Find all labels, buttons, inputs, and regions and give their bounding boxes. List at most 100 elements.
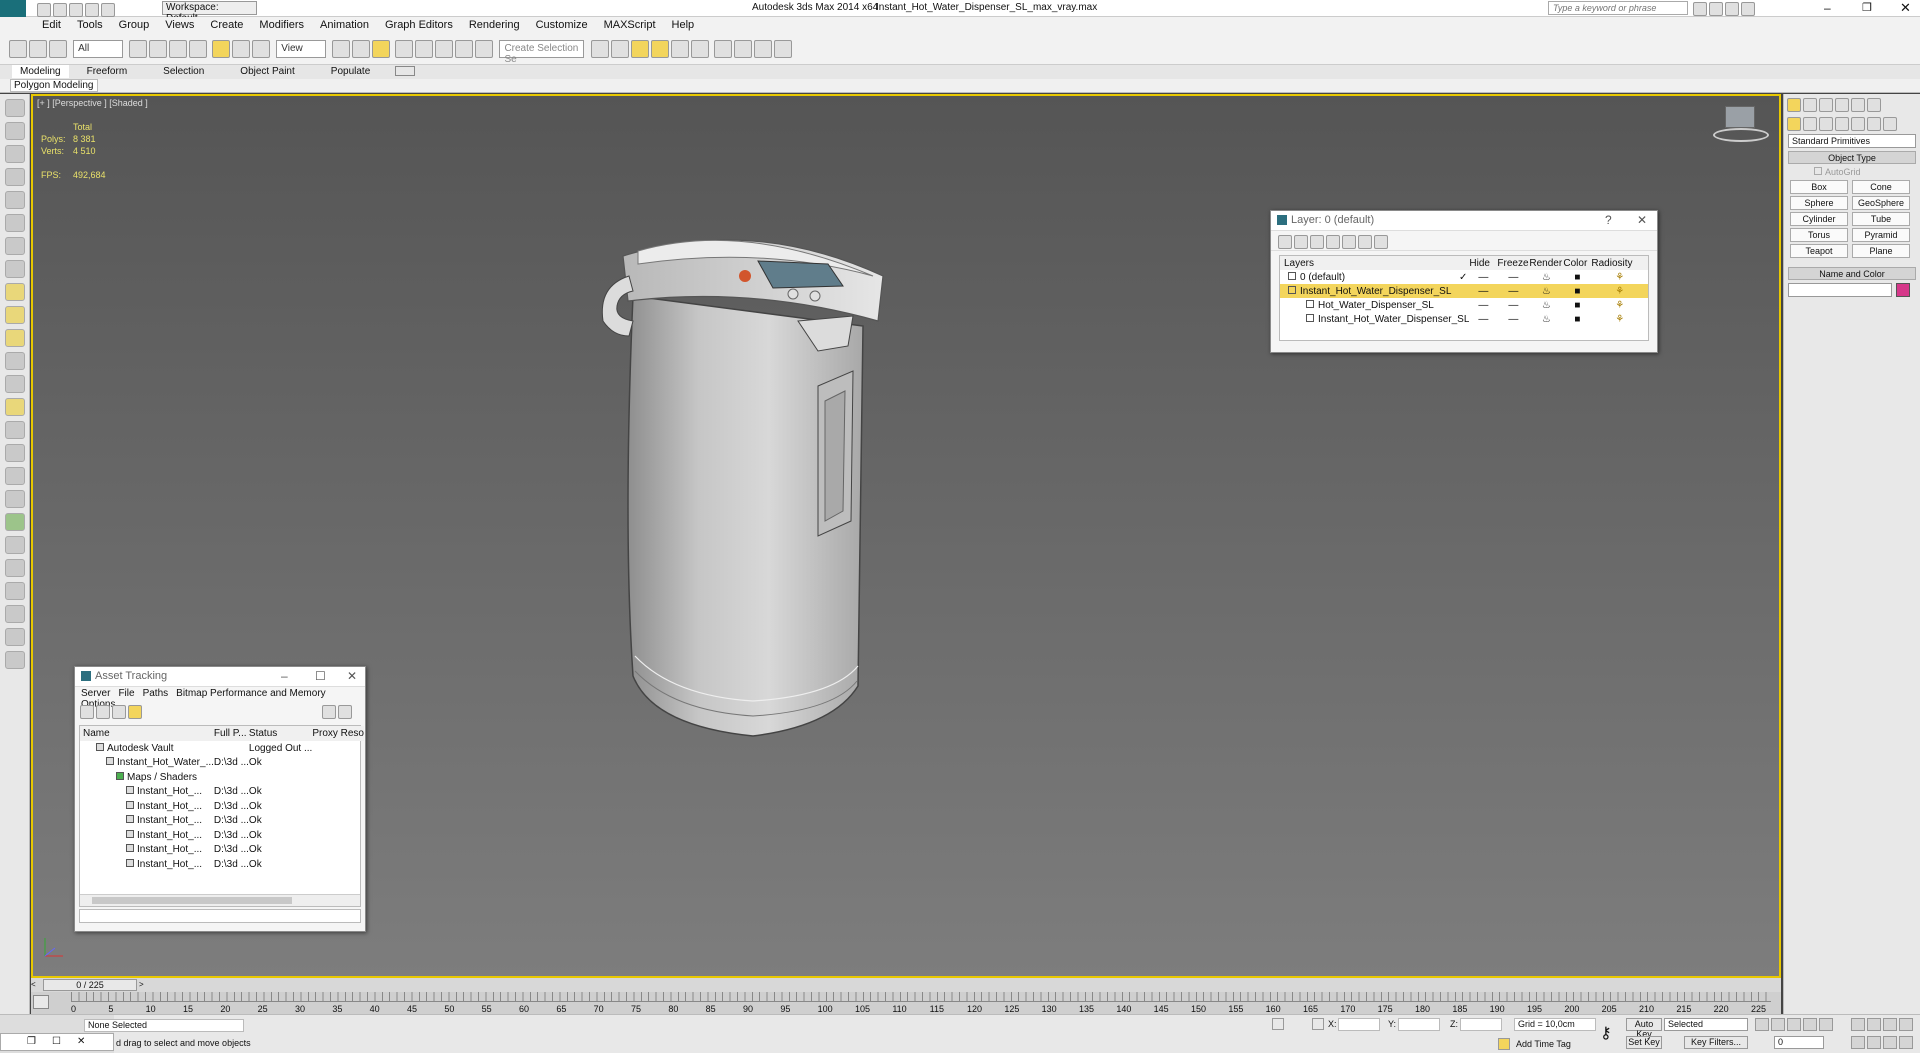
asset-row[interactable]: Instant_Hot_... D:\3d ... Ok xyxy=(80,785,364,800)
search-input[interactable] xyxy=(1548,1,1688,15)
close-icon[interactable]: ✕ xyxy=(1900,0,1911,16)
render-setup-icon[interactable] xyxy=(733,40,752,58)
left-tool-9-icon[interactable] xyxy=(5,283,25,301)
left-tool-23-icon[interactable] xyxy=(5,605,25,623)
col-hide[interactable]: Hide xyxy=(1469,256,1497,270)
left-tool-10-icon[interactable] xyxy=(5,306,25,324)
mirror-icon[interactable] xyxy=(590,40,609,58)
go-to-end-icon[interactable] xyxy=(1819,1018,1833,1031)
layer-dialog-titlebar[interactable]: Layer: 0 (default) ? ✕ xyxy=(1271,211,1657,231)
object-type-rollout[interactable]: Object Type xyxy=(1788,151,1916,164)
minimize-icon[interactable]: – xyxy=(1824,1,1831,15)
hierarchy-tab-icon[interactable] xyxy=(1819,98,1833,112)
viewcube[interactable] xyxy=(1713,106,1769,146)
move-icon[interactable] xyxy=(212,40,231,58)
primitive-cone-button[interactable]: Cone xyxy=(1852,180,1910,194)
col-layers[interactable]: Layers xyxy=(1280,256,1469,270)
tab-selection[interactable]: Selection xyxy=(145,65,222,78)
menu-create[interactable]: Create xyxy=(202,17,251,31)
left-tool-22-icon[interactable] xyxy=(5,582,25,600)
snap-toggle-icon[interactable] xyxy=(395,40,414,58)
asset-row[interactable]: Autodesk Vault Logged Out ... xyxy=(80,741,364,756)
menu-tools[interactable]: Tools xyxy=(69,17,111,31)
layer-name[interactable]: Instant_Hot_Water_Dispenser_SL xyxy=(1280,312,1469,326)
display-tab-icon[interactable] xyxy=(1851,98,1865,112)
field-of-view-icon[interactable] xyxy=(1851,1036,1865,1049)
freeze-toggle[interactable]: — xyxy=(1497,270,1529,284)
binoculars-icon[interactable] xyxy=(1693,2,1707,16)
left-tool-21-icon[interactable] xyxy=(5,559,25,577)
y-coordinate-field[interactable] xyxy=(1398,1018,1440,1031)
render-production-icon[interactable] xyxy=(773,40,792,58)
render-teapot-icon[interactable]: ♨ xyxy=(1529,312,1563,326)
primitive-sphere-button[interactable]: Sphere xyxy=(1790,196,1848,210)
play-icon[interactable] xyxy=(1787,1018,1801,1031)
zoom-all-icon[interactable] xyxy=(1867,1018,1881,1031)
asset-tracking-titlebar[interactable]: Asset Tracking – ☐ ✕ xyxy=(75,667,365,687)
render-teapot-icon[interactable]: ♨ xyxy=(1529,298,1563,312)
add-to-layer-icon[interactable] xyxy=(1310,235,1324,249)
render-teapot-icon[interactable]: ♨ xyxy=(1529,270,1563,284)
time-slider-prev-button[interactable]: < xyxy=(31,980,41,990)
primitive-geosphere-button[interactable]: GeoSphere xyxy=(1852,196,1910,210)
autogrid-checkbox[interactable]: AutoGrid xyxy=(1814,167,1920,177)
window-crossing-icon[interactable] xyxy=(189,40,208,58)
asset-name[interactable]: Instant_Hot_... xyxy=(80,843,214,858)
absolute-mode-icon[interactable] xyxy=(1312,1018,1324,1030)
col-proxy-resolution[interactable]: Proxy Reso xyxy=(312,726,364,741)
asset-row[interactable]: Instant_Hot_... D:\3d ... Ok xyxy=(80,828,364,843)
highlight-layer-icon[interactable] xyxy=(1342,235,1356,249)
menu-bitmap-performance[interactable]: Bitmap Performance and Memory xyxy=(172,688,330,699)
add-time-tag[interactable]: Add Time Tag xyxy=(1516,1039,1571,1049)
vault-connect-icon[interactable] xyxy=(322,705,337,719)
object-color-swatch[interactable] xyxy=(1896,283,1910,297)
col-render[interactable]: Render xyxy=(1529,256,1563,270)
app-logo[interactable] xyxy=(0,0,26,17)
curve-editor-icon[interactable] xyxy=(670,40,689,58)
col-color[interactable]: Color xyxy=(1563,256,1591,270)
menu-customize[interactable]: Customize xyxy=(528,17,596,31)
auto-key-button[interactable]: Auto Key xyxy=(1626,1018,1662,1039)
minimize-icon[interactable]: ☐ xyxy=(52,1036,61,1047)
col-radiosity[interactable]: Radiosity xyxy=(1591,256,1648,270)
spinner-snap-icon[interactable] xyxy=(455,40,474,58)
layer-row[interactable]: Instant_Hot_Water_Dispenser_SL — — ♨ ■ ⚘ xyxy=(1280,284,1648,298)
current-frame-field[interactable]: 0 xyxy=(1774,1036,1824,1049)
systems-icon[interactable] xyxy=(1883,117,1897,131)
left-tool-7-icon[interactable] xyxy=(5,237,25,255)
radiosity-icon[interactable]: ⚘ xyxy=(1591,312,1648,326)
time-slider-thumb[interactable]: 0 / 225 xyxy=(43,979,137,991)
previous-frame-icon[interactable] xyxy=(1771,1018,1785,1031)
menu-file[interactable]: File xyxy=(114,688,138,699)
hide-all-icon[interactable] xyxy=(1358,235,1372,249)
keyboard-shortcut-icon[interactable] xyxy=(372,40,391,58)
layer-name[interactable]: Instant_Hot_Water_Dispenser_SL xyxy=(1280,284,1469,298)
maximize-icon[interactable]: ☐ xyxy=(315,669,326,683)
primitive-torus-button[interactable]: Torus xyxy=(1790,228,1848,242)
left-tool-17-icon[interactable] xyxy=(5,467,25,485)
left-tool-1-icon[interactable] xyxy=(5,99,25,117)
col-full-path[interactable]: Full P... xyxy=(214,726,249,741)
create-tab-icon[interactable] xyxy=(1787,98,1801,112)
menu-group[interactable]: Group xyxy=(111,17,158,31)
left-tool-4-icon[interactable] xyxy=(5,168,25,186)
zoom-icon[interactable] xyxy=(1851,1018,1865,1031)
star-icon[interactable] xyxy=(1725,2,1739,16)
pivot-center-icon[interactable] xyxy=(332,40,351,58)
highlight-icon[interactable] xyxy=(128,705,142,719)
graphite-toggle-icon[interactable] xyxy=(650,40,669,58)
col-name[interactable]: Name xyxy=(80,726,214,741)
menu-animation[interactable]: Animation xyxy=(312,17,377,31)
time-slider-next-button[interactable]: > xyxy=(139,980,149,990)
freeze-toggle[interactable]: — xyxy=(1497,298,1529,312)
asset-name[interactable]: Instant_Hot_... xyxy=(80,785,214,800)
left-tool-25-icon[interactable] xyxy=(5,651,25,669)
undo-icon[interactable] xyxy=(85,3,99,17)
viewport-label[interactable]: [+ ] [Perspective ] [Shaded ] xyxy=(37,98,148,108)
manipulate-icon[interactable] xyxy=(352,40,371,58)
next-frame-icon[interactable] xyxy=(1803,1018,1817,1031)
select-layer-objects-icon[interactable] xyxy=(1326,235,1340,249)
track-bar[interactable]: 0 5 10 15 20 25 30 35 40 45 50 55 60 65 70 75 80 85 90 95 10… xyxy=(31,992,1781,1014)
asset-name[interactable]: Maps / Shaders xyxy=(80,770,214,785)
reference-coordinate-dropdown[interactable]: View xyxy=(276,40,327,58)
